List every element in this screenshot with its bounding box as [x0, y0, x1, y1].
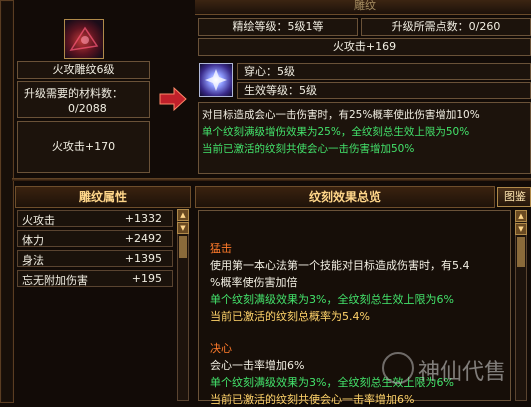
attribute-value: +1395 — [124, 252, 162, 265]
attribute-row: 忘无附加伤害 +195 — [17, 270, 173, 287]
upgrade-points-cell: 升级所需点数：0/260 — [361, 18, 531, 36]
skill-desc-2: 单个纹刻满级增伤效果为25%，全纹刻总生效上限为50% — [202, 126, 470, 138]
effect-title: 决心 — [210, 342, 232, 355]
attribute-name: 火攻击 — [22, 214, 55, 227]
skill-desc-1: 对目标造成会心一击伤害时，有25%概率使此伤害增加10% — [202, 109, 480, 121]
effect-line: 会心一击率增加6% — [210, 359, 305, 372]
effect-line: 单个纹刻满级效果为3%，全纹刻总生效上限为6% — [210, 293, 454, 306]
watermark-logo-icon — [382, 352, 414, 384]
upgrade-level: 精绘等级：5级1等 — [232, 20, 324, 33]
skill-name-cell: 穿心：5级 — [237, 63, 531, 80]
scroll-down-icon[interactable]: ▼ — [177, 222, 189, 234]
skill-desc-3: 当前已激活的纹刻共使会心一击伤害增加50% — [202, 143, 415, 155]
scroll-up-icon[interactable]: ▲ — [515, 210, 527, 222]
materials-cell: 升级需要的材料数： 0/2088 — [17, 81, 150, 118]
scroll-up-icon[interactable]: ▲ — [177, 209, 189, 221]
item-icon — [64, 19, 104, 59]
attribute-name: 忘无附加伤害 — [22, 274, 88, 287]
effects-title: 纹刻效果总览 — [308, 190, 381, 204]
skill-icon[interactable] — [199, 63, 233, 97]
upgrade-level-cell: 精绘等级：5级1等 — [198, 18, 358, 36]
skill-effect-level-cell: 生效等级：5级 — [237, 82, 531, 99]
effect-line: 当前已激活的纹刻共使会心一击率增加6% — [210, 393, 415, 406]
effect-title: 猛击 — [210, 242, 232, 255]
next-attack-cell: 火攻击+169 — [198, 38, 531, 56]
effect-line: 使用第一本心法第一个技能对目标造成伤害时，有5.4 — [210, 259, 470, 272]
left-edge — [0, 0, 14, 403]
skill-effect-level: 生效等级：5级 — [244, 84, 317, 97]
attribute-name: 身法 — [22, 254, 44, 267]
attribute-row: 体力 +2492 — [17, 230, 173, 247]
effect-line: 当前已激活的纹刻总概率为5.4% — [210, 310, 370, 323]
codex-tab[interactable]: 图鉴 — [497, 187, 531, 207]
effects-header: 纹刻效果总览 — [195, 186, 495, 208]
skill-name: 穿心：5级 — [244, 65, 295, 78]
attribute-value: +1332 — [124, 212, 162, 225]
attribute-value: +195 — [131, 272, 162, 285]
window-title-bar: 雕纹 — [195, 0, 531, 15]
watermark-text: 神仙代售 — [418, 360, 507, 385]
attribute-value: +2492 — [124, 232, 162, 245]
materials-label: 升级需要的材料数： — [24, 87, 123, 100]
skill-desc-box: 对目标造成会心一击伤害时，有25%概率使此伤害增加10% 单个纹刻满级增伤效果为… — [198, 102, 531, 174]
codex-tab-label: 图鉴 — [504, 190, 526, 203]
upgrade-arrow-icon — [158, 86, 188, 112]
attribute-name: 体力 — [22, 234, 44, 247]
attack-cell: 火攻击+170 — [17, 121, 150, 173]
attributes-header: 雕纹属性 — [15, 186, 191, 208]
watermark: 神仙代售 — [382, 348, 522, 388]
window-title: 雕纹 — [354, 0, 376, 12]
item-name-cell: 火攻雕纹6级 — [17, 61, 150, 79]
section-divider — [12, 178, 531, 181]
attributes-scroll-thumb[interactable] — [179, 236, 187, 258]
item-attack: 火攻击+170 — [51, 140, 116, 153]
effect-line: %概率使伤害加倍 — [210, 276, 298, 289]
attributes-title: 雕纹属性 — [78, 190, 127, 204]
upgrade-points: 升级所需点数：0/260 — [391, 20, 501, 33]
scroll-down-icon[interactable]: ▼ — [515, 223, 527, 235]
item-name: 火攻雕纹6级 — [52, 63, 115, 76]
effects-scroll-thumb[interactable] — [517, 237, 525, 267]
next-attack: 火攻击+169 — [332, 40, 397, 53]
attribute-row: 身法 +1395 — [17, 250, 173, 267]
materials-value: 0/2088 — [68, 102, 107, 115]
attributes-scrollbar[interactable]: ▲ ▼ — [177, 209, 189, 401]
attribute-row: 火攻击 +1332 — [17, 210, 173, 227]
